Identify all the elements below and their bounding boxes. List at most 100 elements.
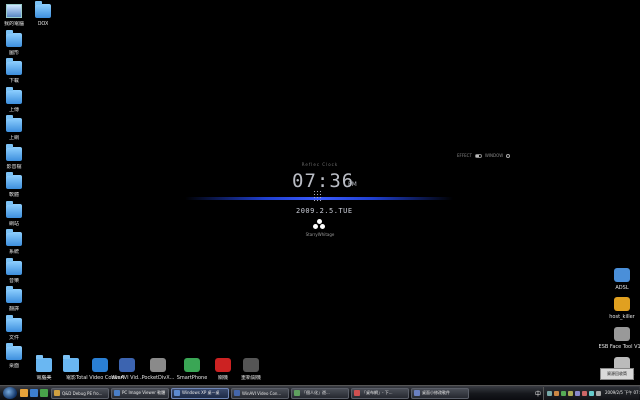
- tray-icon[interactable]: [596, 390, 601, 396]
- taskbar-button[interactable]: PC Image Viewer 軟體: [111, 387, 169, 399]
- taskbar-button[interactable]: 桌面小修改軟件: [411, 387, 469, 399]
- app-icon: [150, 358, 166, 372]
- tray-icon[interactable]: [547, 390, 552, 396]
- desktop-icon-label: 電影: [65, 375, 76, 381]
- desktop-icon[interactable]: ADSL: [600, 268, 640, 291]
- desktop-icon[interactable]: 下載: [0, 58, 36, 84]
- clock-time: 07:36: [292, 170, 355, 192]
- folder-icon: [6, 29, 22, 47]
- widget-toggle[interactable]: EFFECT WINDOW: [457, 153, 511, 158]
- toggle-switch-icon[interactable]: [474, 153, 482, 158]
- folder-icon: [6, 229, 22, 246]
- desktop-icon[interactable]: 影音檔: [0, 143, 36, 170]
- tray-icon[interactable]: [554, 390, 559, 396]
- taskbar-button-label: Q&D Debug PE fro...: [62, 390, 103, 396]
- desktop-icon[interactable]: OOX: [21, 1, 65, 27]
- recycle-bin-tooltip: 資源回收筒: [600, 368, 634, 380]
- folder-icon: [35, 1, 51, 18]
- desktop-icon[interactable]: 圖形: [0, 29, 36, 56]
- app-icon: [184, 358, 200, 372]
- quick-launch-icon[interactable]: [30, 389, 38, 397]
- brand-name: StarryWhitage: [305, 232, 335, 237]
- app-icon: [243, 358, 259, 372]
- desktop-icon-label: 重新開機: [240, 375, 261, 381]
- taskbar-button[interactable]: Q&D Debug PE fro...: [51, 387, 109, 399]
- quick-launch: [20, 389, 48, 397]
- window-icon: [174, 390, 180, 396]
- window-icon: [54, 390, 60, 396]
- start-button[interactable]: [3, 387, 17, 399]
- desktop-icon-label: 系統: [8, 249, 19, 255]
- taskbar: Q&D Debug PE fro... PC Image Viewer 軟體 Win…: [0, 385, 640, 400]
- language-indicator[interactable]: 中: [535, 389, 541, 398]
- tray-icon[interactable]: [589, 390, 594, 396]
- desktop-icon-label: 翻譯: [8, 306, 19, 312]
- desktop-icon-label: OOX: [37, 21, 49, 27]
- tray-icon[interactable]: [568, 390, 573, 396]
- desktop-icon[interactable]: 音樂: [0, 257, 36, 284]
- toggle-left-label: EFFECT: [457, 153, 472, 158]
- window-icon: [414, 390, 420, 396]
- clock-ampm: PM: [348, 181, 357, 188]
- toggle-knob-icon[interactable]: [506, 153, 511, 158]
- window-icon: [234, 390, 240, 396]
- folder-icon: [6, 343, 22, 360]
- toggle-right-label: WINDOW: [484, 153, 504, 158]
- desktop-icon[interactable]: 上網: [0, 115, 36, 141]
- taskbar-button-label: PC Image Viewer 軟體: [122, 390, 166, 395]
- system-tray: 2009/2/5 下午 07:36: [543, 386, 640, 400]
- folder-icon: [63, 355, 79, 372]
- desktop-icon-label: host_killer: [609, 314, 635, 320]
- desktop: 我的電腦 圖形 下載 上傳 上網 影音檔 軟體 網站 系統 音樂 翻譯 文件 桌面 OOX 電腦美 電影 T…: [0, 0, 640, 385]
- desktop-icon[interactable]: host_killer: [600, 297, 640, 320]
- taskbar-button[interactable]: Windows XP 桌一桌: [171, 387, 229, 399]
- window-icon: [354, 390, 360, 396]
- brand-logo-icon: [313, 219, 325, 230]
- folder-icon: [6, 172, 22, 189]
- desktop-icon-label: 桌面: [8, 363, 19, 369]
- desktop-icon-label: ESB Face Tool V1.2: [598, 344, 640, 350]
- clock-date: 2009.2.5.TUE: [296, 207, 353, 215]
- desktop-icon-label: 關機: [217, 375, 228, 381]
- desktop-icon[interactable]: ESB Face Tool V1.2: [598, 327, 640, 350]
- desktop-icon[interactable]: 系統: [0, 229, 36, 255]
- taskbar-button[interactable]: WinAVI Video Con...: [231, 387, 289, 399]
- folder-icon: [6, 257, 22, 275]
- desktop-icon[interactable]: 網站: [0, 200, 36, 227]
- tray-icon[interactable]: [575, 390, 580, 396]
- clock-dot-matrix: [313, 190, 323, 202]
- task-list: Q&D Debug PE fro... PC Image Viewer 軟體 Win…: [51, 387, 533, 399]
- desktop-icon-label: ADSL: [615, 285, 629, 291]
- desktop-icon[interactable]: 重新開機: [229, 358, 273, 381]
- desktop-icon-label: 影音檔: [6, 163, 22, 170]
- folder-icon: [6, 200, 22, 218]
- tray-icon[interactable]: [561, 390, 566, 396]
- taskbar-button[interactable]: 「桌布網」- 下...: [351, 387, 409, 399]
- taskbar-button-label: Windows XP 桌一桌: [182, 390, 220, 395]
- folder-icon: [6, 286, 22, 303]
- desktop-icon-label: 軟體: [8, 192, 19, 198]
- desktop-icon[interactable]: 翻譯: [0, 286, 36, 312]
- quick-launch-icon[interactable]: [40, 389, 48, 397]
- clock-caption: Reflec Clock: [301, 162, 339, 167]
- window-icon: [114, 390, 120, 396]
- window-icon: [294, 390, 300, 396]
- folder-icon: [6, 143, 22, 161]
- folder-icon: [6, 314, 22, 332]
- desktop-icon-label: 下載: [8, 78, 19, 84]
- app-icon: [614, 268, 630, 282]
- folder-icon: [6, 115, 22, 132]
- app-icon: [614, 327, 630, 341]
- folder-icon: [6, 86, 22, 104]
- taskbar-button[interactable]: 「個人化」遊...: [291, 387, 349, 399]
- desktop-icon-label: 上傳: [8, 106, 19, 113]
- desktop-icon[interactable]: 上傳: [0, 86, 36, 113]
- folder-icon: [6, 58, 22, 75]
- quick-launch-icon[interactable]: [20, 389, 28, 397]
- desktop-icon[interactable]: 軟體: [0, 172, 36, 198]
- tray-icon[interactable]: [582, 390, 587, 396]
- desktop-icon-label: 網站: [8, 220, 19, 227]
- tray-clock[interactable]: 2009/2/5 下午 07:36: [605, 390, 640, 396]
- desktop-icon[interactable]: 文件: [0, 314, 36, 341]
- taskbar-button-label: 「桌布網」- 下...: [362, 390, 393, 395]
